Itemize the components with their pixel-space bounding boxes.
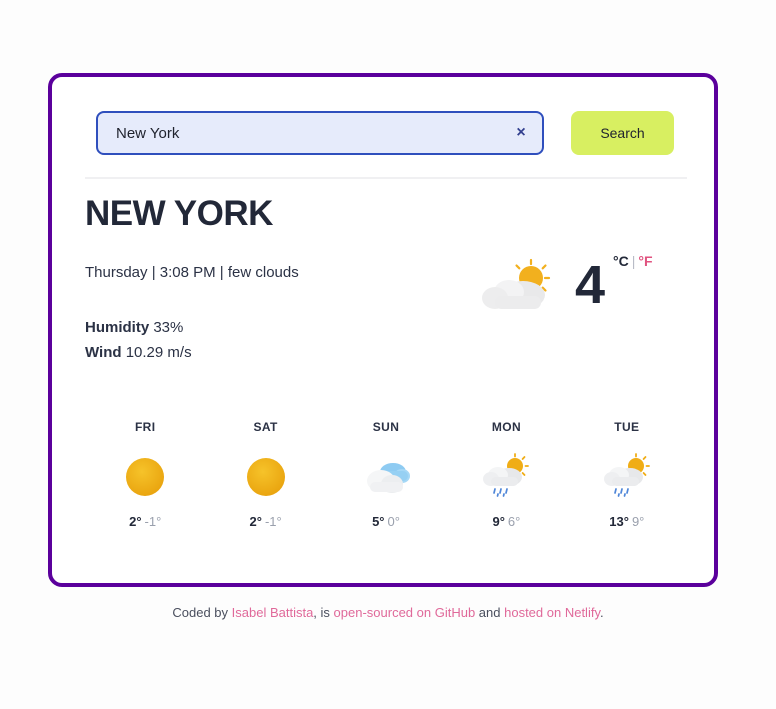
weather-card: × Search NEW YORK Thursday | 3:08 PM | f… <box>48 73 718 587</box>
weather-app-page: × Search NEW YORK Thursday | 3:08 PM | f… <box>0 0 776 709</box>
footer: Coded by Isabel Battista, is open-source… <box>0 605 776 620</box>
humidity-label: Humidity <box>85 319 150 336</box>
footer-mid-1: , is <box>313 605 334 620</box>
current-temperature: 4 <box>575 255 605 315</box>
forecast-max: 13° <box>609 514 629 529</box>
search-field-wrapper: × <box>96 111 544 155</box>
unit-separator: | <box>631 253 636 269</box>
unit-toggle: °C | °F <box>613 253 653 269</box>
unit-fahrenheit[interactable]: °F <box>638 253 652 269</box>
forecast-day-label: SUN <box>372 420 400 434</box>
humidity-row: Humidity 33% <box>85 315 192 340</box>
conditions-summary: Thursday | 3:08 PM | few clouds <box>85 263 299 283</box>
forecast-max: 9° <box>492 514 505 529</box>
search-input[interactable] <box>96 111 544 155</box>
forecast-max: 5° <box>372 514 385 529</box>
footer-author-link[interactable]: Isabel Battista <box>232 605 314 620</box>
shower-rain-sun-icon <box>446 448 566 506</box>
page-title: NEW YORK <box>85 194 273 233</box>
footer-suffix: . <box>599 605 604 620</box>
current-weather-block: 4 °C | °F <box>477 249 653 321</box>
forecast-max: 2° <box>249 514 262 529</box>
forecast-min: 9° <box>631 514 645 529</box>
wind-value: 10.29 m/s <box>125 344 192 361</box>
search-button[interactable]: Search <box>571 111 674 155</box>
wind-row: Wind 10.29 m/s <box>85 340 192 365</box>
conditions-metrics: Humidity 33% Wind 10.29 m/s <box>85 315 192 365</box>
forecast-day-card: TUE 13° 9° <box>567 420 687 529</box>
footer-prefix: Coded by <box>172 605 232 620</box>
footer-netlify-link[interactable]: hosted on Netlify <box>504 605 600 620</box>
forecast-temps: 2° -1° <box>85 514 205 529</box>
clear-icon[interactable]: × <box>510 122 532 144</box>
footer-mid-2: and <box>475 605 505 620</box>
forecast-min: 6° <box>507 514 521 529</box>
forecast-min: -1° <box>144 514 162 529</box>
forecast-day-label: MON <box>491 420 522 434</box>
shower-rain-sun-icon <box>567 448 687 506</box>
forecast-day-card: MON 9° 6° <box>446 420 566 529</box>
forecast-row: FRI 2° -1° SAT 2° -1° SUN 5° 0° MON 9° 6… <box>85 420 687 529</box>
forecast-temps: 9° 6° <box>446 514 566 529</box>
humidity-value: 33% <box>153 319 184 336</box>
forecast-min: 0° <box>387 514 400 529</box>
forecast-day-label: FRI <box>134 420 156 434</box>
forecast-day-card: FRI 2° -1° <box>85 420 205 529</box>
few-clouds-day-icon <box>477 256 555 314</box>
forecast-temps: 5° 0° <box>326 514 446 529</box>
divider <box>85 177 687 179</box>
search-row: × Search <box>96 111 674 155</box>
unit-celsius[interactable]: °C <box>613 253 629 269</box>
forecast-day-label: SAT <box>253 420 278 434</box>
forecast-day-card: SUN 5° 0° <box>326 420 446 529</box>
forecast-day-label: TUE <box>614 420 640 434</box>
wind-label: Wind <box>85 344 122 361</box>
forecast-day-card: SAT 2° -1° <box>205 420 325 529</box>
conditions-line: Thursday | 3:08 PM | few clouds <box>85 264 299 281</box>
forecast-temps: 2° -1° <box>205 514 325 529</box>
forecast-max: 2° <box>129 514 142 529</box>
broken-clouds-icon <box>326 448 446 506</box>
forecast-temps: 13° 9° <box>567 514 687 529</box>
footer-github-link[interactable]: open-sourced on GitHub <box>334 605 476 620</box>
forecast-min: -1° <box>264 514 282 529</box>
clear-sky-day-icon <box>205 448 325 506</box>
clear-sky-day-icon <box>85 448 205 506</box>
